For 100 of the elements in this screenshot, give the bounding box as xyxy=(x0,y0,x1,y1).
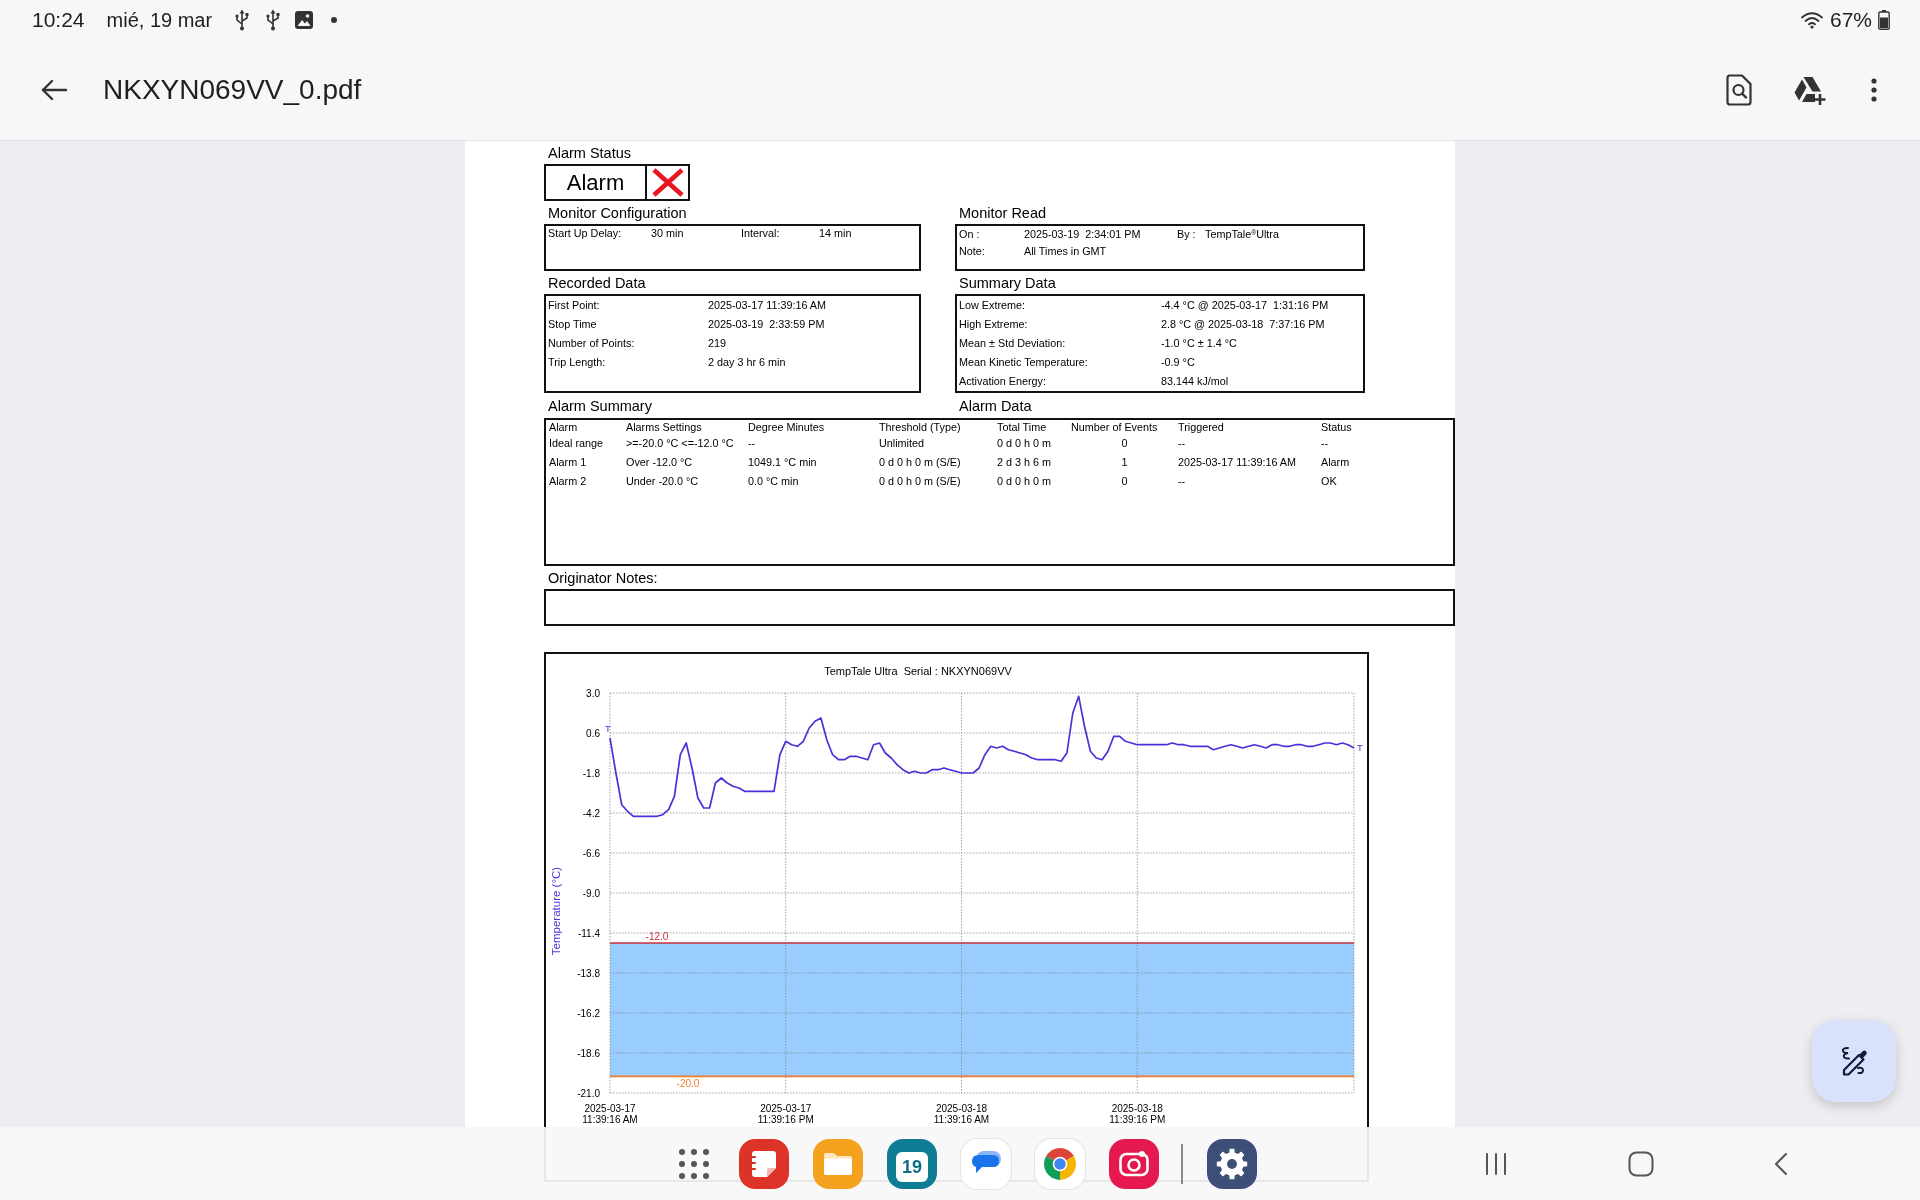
field-value: 14 min xyxy=(819,226,852,240)
section-heading: Monitor Configuration xyxy=(547,205,687,222)
y-tick-label: -13.8 xyxy=(577,967,600,979)
x-tick-label: 2025-03-18 11:39:16 AM xyxy=(933,1103,990,1125)
pen-squiggle-icon xyxy=(1839,1046,1869,1076)
limit-label: -20.0 xyxy=(676,1078,700,1090)
field-value: All Times in GMT xyxy=(1024,244,1107,259)
y-tick-label: -6.6 xyxy=(582,847,600,859)
y-tick-label: -18.6 xyxy=(577,1047,600,1059)
table-cell: 0.0 °C min xyxy=(748,475,799,487)
field-value: 2025-03-17 11:39:16 AM xyxy=(708,298,827,313)
field-label: By : xyxy=(1177,227,1196,242)
field-label: Trip Length: xyxy=(548,355,606,370)
section-heading: Alarm Data xyxy=(958,398,1032,415)
segmented-circle-icon xyxy=(1044,1147,1076,1180)
camera-app-button[interactable] xyxy=(1109,1138,1159,1189)
table-cell: Alarm 1 xyxy=(549,456,587,468)
column-header: Alarm xyxy=(549,421,578,433)
table-cell: >=-20.0 °C <=-12.0 °C xyxy=(626,437,734,449)
field-value: 30 min xyxy=(651,226,684,240)
document-search-icon[interactable] xyxy=(1726,74,1752,106)
messages-app-button[interactable] xyxy=(961,1138,1011,1189)
camera-icon xyxy=(1119,1150,1149,1177)
column-header: Threshold (Type) xyxy=(879,421,961,433)
gear-icon xyxy=(1216,1147,1248,1180)
table-cell: 0 xyxy=(1121,437,1128,449)
column-header: Degree Minutes xyxy=(748,421,825,433)
y-axis-label: Temperature (°C) xyxy=(550,866,562,956)
table-cell: 1049.1 °C min xyxy=(748,456,817,468)
battery-icon xyxy=(1878,10,1890,30)
dot-grid-icon[interactable] xyxy=(677,1146,711,1181)
table-cell: Under -20.0 °C xyxy=(626,475,699,487)
folder-icon xyxy=(823,1151,853,1176)
table-cell: 0 d 0 h 0 m (S/E) xyxy=(879,456,961,468)
vertical-dots-icon[interactable] xyxy=(1871,78,1877,102)
column-header: Number of Events xyxy=(1071,421,1158,433)
field-label: High Extreme: xyxy=(959,317,1028,332)
section-heading: Originator Notes: xyxy=(547,570,658,587)
x-tick-label: 2025-03-17 11:39:16 PM xyxy=(757,1103,814,1125)
chart-title: TempTale Ultra Serial : NKXYN069VV xyxy=(824,665,1012,677)
field-label: On : xyxy=(959,227,980,242)
field-label: Mean Kinetic Temperature: xyxy=(959,355,1088,370)
section-heading: Monitor Read xyxy=(958,205,1047,222)
field-label: Start Up Delay: xyxy=(548,226,622,240)
y-tick-label: 0.6 xyxy=(586,727,600,739)
table-cell: Alarm xyxy=(1321,456,1350,468)
calendar-app-button[interactable]: 19 xyxy=(887,1138,937,1189)
table-cell: 0 d 0 h 0 m xyxy=(997,475,1052,487)
browser-app-button[interactable] xyxy=(1035,1138,1085,1189)
table-cell: 0 xyxy=(1121,475,1128,487)
field-value: TempTale$^{®}$Ultra xyxy=(1205,227,1279,242)
recents-icon[interactable] xyxy=(1484,1151,1508,1176)
battery-percentage: 67% xyxy=(1829,8,1872,32)
table-cell: 0 d 0 h 0 m xyxy=(997,437,1052,449)
limit-label: -12.0 xyxy=(645,931,669,942)
section-heading: Alarm Summary xyxy=(547,398,652,415)
table-cell: OK xyxy=(1321,475,1337,487)
field-label: Interval: xyxy=(741,226,780,240)
settings-app-button[interactable] xyxy=(1207,1138,1257,1189)
field-value: 2025-03-19 2:34:01 PM xyxy=(1024,227,1141,242)
trip-marker-label: T xyxy=(1357,742,1363,753)
section-heading: Alarm Status xyxy=(547,145,631,162)
trip-marker-label: T xyxy=(605,723,611,734)
column-header: Triggered xyxy=(1178,421,1224,433)
field-value: 83.144 kJ/mol xyxy=(1161,374,1229,389)
y-tick-label: -11.4 xyxy=(577,927,600,939)
x-tick-label: 2025-03-18 11:39:16 PM xyxy=(1109,1103,1166,1125)
y-tick-label: -21.0 xyxy=(577,1087,600,1099)
triangle-plus-icon[interactable] xyxy=(1793,75,1827,105)
back-arrow-icon[interactable] xyxy=(40,78,68,102)
status-date: mié, 19 mar xyxy=(106,8,213,32)
y-tick-label: -16.2 xyxy=(577,1007,600,1019)
home-icon[interactable] xyxy=(1628,1150,1654,1177)
column-header: Status xyxy=(1321,421,1352,433)
field-label: First Point: xyxy=(548,298,600,313)
field-label: Note: xyxy=(959,244,985,259)
table-cell: Ideal range xyxy=(549,437,604,449)
section-heading: Recorded Data xyxy=(547,275,646,292)
table-cell: 2 d 3 h 6 m xyxy=(997,456,1052,468)
image-icon xyxy=(294,10,315,30)
field-value: 219 xyxy=(708,336,726,351)
table-cell: -- xyxy=(1321,437,1329,449)
table-cell: -- xyxy=(748,437,756,449)
alarm-status-value: Alarm xyxy=(565,169,626,197)
usb-icon xyxy=(265,9,282,31)
field-value: -4.4 °C @ 2025-03-17 1:31:16 PM xyxy=(1161,298,1329,313)
y-tick-label: -1.8 xyxy=(582,767,600,779)
field-label: Low Extreme: xyxy=(959,298,1025,313)
field-label: Number of Points: xyxy=(548,336,635,351)
usb-icon xyxy=(234,9,251,31)
note-page-icon xyxy=(750,1148,778,1179)
draw-button[interactable] xyxy=(1812,1020,1896,1102)
field-label: Stop Time xyxy=(548,317,597,332)
y-tick-label: 3.0 xyxy=(586,687,600,699)
table-cell: 0 d 0 h 0 m (S/E) xyxy=(879,475,961,487)
field-label: Activation Energy: xyxy=(959,374,1047,389)
document-title: NKXYN069VV_0.pdf xyxy=(103,74,362,106)
chevron-left-icon[interactable] xyxy=(1774,1151,1788,1176)
notes-app-button[interactable] xyxy=(739,1138,789,1189)
table-cell: -- xyxy=(1178,475,1186,487)
